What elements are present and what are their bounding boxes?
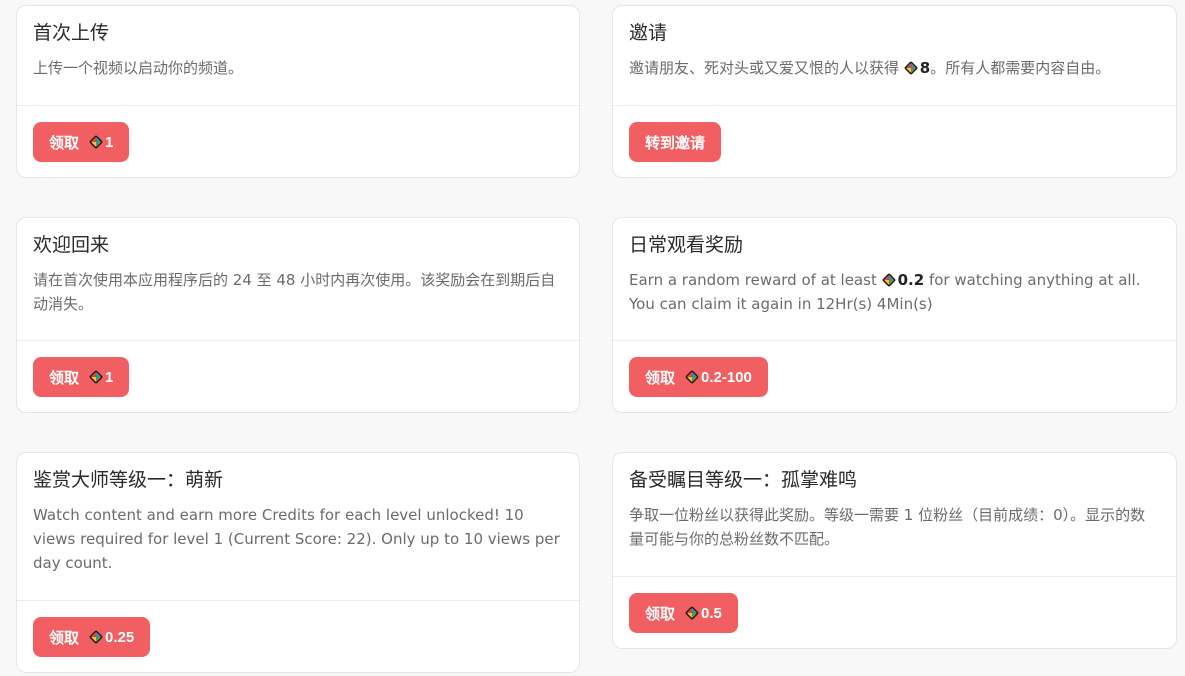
card-title: 日常观看奖励: [629, 234, 744, 256]
desc-line-2: You can claim it again in 12Hr(s) 4Min(s…: [629, 295, 933, 313]
desc-credit-value: 0.2: [897, 271, 925, 289]
card-footer: 领取 0.25: [17, 601, 579, 657]
credit-gem-icon: [89, 135, 103, 149]
card-description: Earn a random reward of at least 0.2 for…: [629, 268, 1160, 316]
card-body: 首次上传 上传一个视频以启动你的频道。: [17, 6, 579, 106]
credit-gem-icon: [685, 606, 699, 620]
desc-text: 。所有人都需要内容自由。: [930, 59, 1111, 77]
card-body: 鉴赏大师等级一：萌新 Watch content and earn more C…: [17, 453, 579, 601]
claim-button[interactable]: 领取 1: [33, 357, 130, 397]
desc-text: Earn a random reward of at least: [629, 271, 877, 289]
card-description: 请在首次使用本应用程序后的 24 至 48 小时内再次使用。该奖励会在到期后自动…: [33, 271, 556, 313]
card-body: 备受瞩目等级一：孤掌难鸣 争取一位粉丝以获得此奖励。等级一需要 1 位粉丝（目前…: [613, 453, 1176, 577]
card-title: 鉴赏大师等级一：萌新: [33, 469, 224, 491]
desc-line-1: Earn a random reward of at least 0.2 for…: [629, 268, 1160, 292]
reward-card-first-upload: 首次上传 上传一个视频以启动你的频道。 领取 1: [16, 5, 580, 178]
card-description: 邀请朋友、死对头或又爱又恨的人以获得 8。所有人都需要内容自由。: [629, 56, 1160, 80]
claim-button[interactable]: 领取 0.5: [629, 593, 738, 633]
reward-card-connoisseur-level-1: 鉴赏大师等级一：萌新 Watch content and earn more C…: [16, 452, 580, 673]
claim-button[interactable]: 领取 1: [33, 122, 130, 162]
reward-card-spotlight-level-1: 备受瞩目等级一：孤掌难鸣 争取一位粉丝以获得此奖励。等级一需要 1 位粉丝（目前…: [612, 452, 1177, 649]
card-footer: 领取 1: [17, 341, 579, 397]
reward-amount: 0.25: [105, 628, 135, 646]
claim-label: 领取: [49, 134, 80, 152]
card-title: 欢迎回来: [33, 234, 110, 256]
card-body: 欢迎回来 请在首次使用本应用程序后的 24 至 48 小时内再次使用。该奖励会在…: [17, 218, 579, 341]
claim-label: 领取: [49, 629, 80, 647]
claim-label: 领取: [645, 605, 676, 623]
card-footer: 领取 0.2-100: [613, 341, 1176, 397]
claim-label: 领取: [645, 369, 676, 387]
invite-label: 转到邀请: [645, 134, 706, 152]
card-title: 邀请: [629, 22, 668, 44]
card-title: 备受瞩目等级一：孤掌难鸣: [629, 469, 858, 491]
card-footer: 领取 0.5: [613, 577, 1176, 633]
reward-amount: 1: [105, 133, 114, 151]
card-title: 首次上传: [33, 22, 110, 44]
desc-text: for watching anything at all.: [928, 271, 1141, 289]
reward-card-invite: 邀请 邀请朋友、死对头或又爱又恨的人以获得 8。所有人都需要内容自由。 转到邀请: [612, 5, 1177, 178]
desc-credit-value: 8: [919, 59, 931, 77]
reward-amount: 0.2-100: [701, 368, 752, 386]
reward-amount: 1: [105, 368, 114, 386]
card-footer: 领取 1: [17, 106, 579, 162]
card-description: Watch content and earn more Credits for …: [33, 506, 560, 572]
credit-gem-icon: [89, 630, 103, 644]
reward-card-daily-watch: 日常观看奖励 Earn a random reward of at least …: [612, 217, 1177, 413]
desc-text: 邀请朋友、死对头或又爱又恨的人以获得: [629, 59, 900, 77]
reward-card-welcome-back: 欢迎回来 请在首次使用本应用程序后的 24 至 48 小时内再次使用。该奖励会在…: [16, 217, 580, 413]
credit-gem-icon: [904, 61, 918, 75]
reward-amount: 0.5: [701, 604, 722, 622]
card-description: 争取一位粉丝以获得此奖励。等级一需要 1 位粉丝（目前成绩：0）。显示的数量可能…: [629, 506, 1146, 548]
claim-button[interactable]: 领取 0.25: [33, 617, 151, 657]
go-to-invite-button[interactable]: 转到邀请: [629, 122, 722, 162]
card-footer: 转到邀请: [613, 106, 1176, 162]
card-body: 日常观看奖励 Earn a random reward of at least …: [613, 218, 1176, 341]
card-body: 邀请 邀请朋友、死对头或又爱又恨的人以获得 8。所有人都需要内容自由。: [613, 6, 1176, 106]
credit-gem-icon: [89, 370, 103, 384]
credit-gem-icon: [685, 370, 699, 384]
credit-gem-icon: [882, 273, 896, 287]
card-description: 上传一个视频以启动你的频道。: [33, 59, 244, 77]
claim-label: 领取: [49, 369, 80, 387]
claim-button[interactable]: 领取 0.2-100: [629, 357, 768, 397]
